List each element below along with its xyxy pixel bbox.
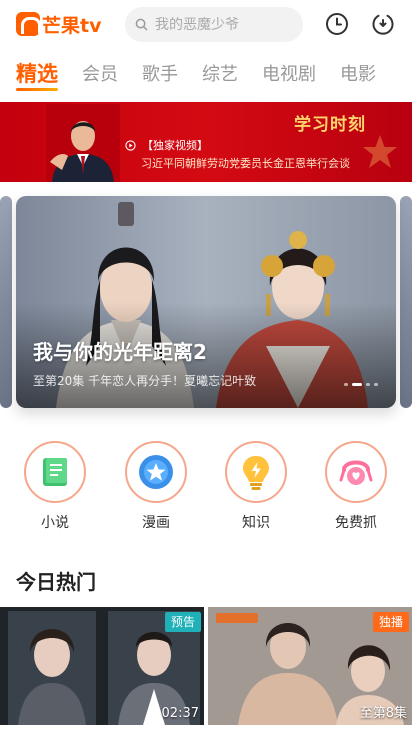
history-clock-icon[interactable] bbox=[325, 12, 349, 36]
tab-featured[interactable]: 精选 bbox=[16, 58, 58, 91]
comic-star-icon bbox=[139, 455, 173, 489]
carousel-next-card[interactable] bbox=[400, 196, 412, 408]
carousel-dot bbox=[374, 383, 378, 386]
carousel-dot bbox=[344, 383, 348, 386]
quick-entry-novel[interactable]: 小说 bbox=[15, 441, 95, 532]
quick-entry-label: 知识 bbox=[242, 515, 270, 531]
video-duration: 02:37 bbox=[161, 706, 199, 721]
quick-entry-comic[interactable]: 漫画 bbox=[116, 441, 196, 532]
tab-movie[interactable]: 电影 bbox=[340, 60, 376, 86]
tab-singer[interactable]: 歌手 bbox=[142, 60, 178, 86]
quick-entry-ring bbox=[24, 441, 86, 503]
mango-logo-icon bbox=[16, 12, 41, 36]
search-input[interactable] bbox=[155, 16, 295, 33]
book-icon bbox=[43, 458, 67, 486]
tab-tv-drama[interactable]: 电视剧 bbox=[262, 60, 316, 86]
banner-headline: 习近平同朝鲜劳动党委员长金正恩举行会谈 bbox=[141, 157, 350, 170]
quick-entry-label: 小说 bbox=[41, 515, 69, 531]
search-icon bbox=[135, 18, 148, 31]
star-decoration-icon bbox=[363, 135, 397, 168]
quick-entry-knowledge[interactable]: 知识 bbox=[216, 441, 296, 532]
video-card-2[interactable]: 独播 至第8集 bbox=[208, 607, 412, 725]
video-badge: 独播 bbox=[372, 612, 409, 632]
banner-portrait-image bbox=[46, 104, 120, 182]
section-title-today-hot: 今日热门 bbox=[16, 570, 96, 594]
play-circle-icon bbox=[125, 139, 136, 151]
tab-variety[interactable]: 综艺 bbox=[202, 60, 238, 86]
video-episode-count: 至第8集 bbox=[359, 706, 407, 721]
video-badge: 预告 bbox=[164, 612, 201, 632]
banner-tag: 【独家视频】 bbox=[125, 137, 208, 153]
video-card-1[interactable]: 预告 02:37 bbox=[0, 607, 204, 725]
quick-entry-claw[interactable]: 免费抓 bbox=[316, 441, 396, 532]
carousel-dot bbox=[366, 383, 370, 386]
app-brand: 芒果tv bbox=[42, 14, 102, 37]
carousel-prev-card[interactable] bbox=[0, 196, 12, 408]
carousel-dot-active bbox=[352, 383, 362, 386]
carousel-indicator bbox=[344, 383, 378, 386]
top-bar: 芒果tv bbox=[0, 0, 412, 50]
quick-entry-label: 漫画 bbox=[142, 515, 170, 531]
search-bar[interactable] bbox=[125, 7, 303, 42]
quick-entry-label: 免费抓 bbox=[335, 515, 377, 531]
quick-entry-ring bbox=[125, 441, 187, 503]
quick-entry-ring bbox=[225, 441, 287, 503]
hero-subtitle: 至第20集 千年恋人再分手！夏曦忘记叶致 bbox=[33, 374, 257, 388]
lightbulb-icon bbox=[243, 456, 269, 490]
quick-entry-row: 小说 漫画 知识 免费抓 bbox=[0, 441, 412, 541]
category-tabs: 精选 会员 歌手 综艺 电视剧 电影 bbox=[0, 50, 412, 96]
news-banner[interactable]: 学习时刻 【独家视频】 习近平同朝鲜劳动党委员长金正恩举行会谈 bbox=[0, 102, 412, 182]
hero-carousel-card[interactable]: 我与你的光年距离2 至第20集 千年恋人再分手！夏曦忘记叶致 bbox=[16, 196, 396, 408]
tab-vip[interactable]: 会员 bbox=[82, 60, 118, 86]
banner-title: 学习时刻 bbox=[294, 115, 366, 135]
claw-machine-icon bbox=[339, 460, 373, 485]
banner-tag-label: 【独家视频】 bbox=[142, 139, 208, 152]
app-logo[interactable]: 芒果tv bbox=[16, 11, 101, 37]
hero-title: 我与你的光年距离2 bbox=[33, 340, 207, 364]
download-icon[interactable] bbox=[371, 12, 395, 36]
quick-entry-ring bbox=[325, 441, 387, 503]
